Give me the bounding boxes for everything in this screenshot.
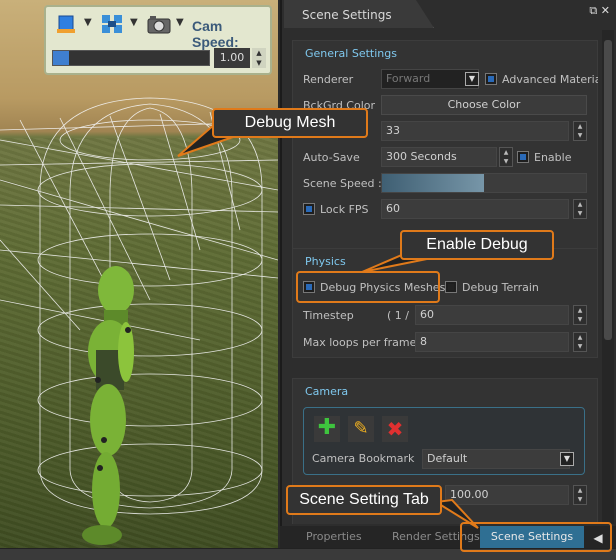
checkbox-icon[interactable]: [517, 151, 529, 163]
cam-speed-slider[interactable]: [52, 50, 210, 66]
renderer-value: Forward: [386, 72, 431, 85]
checkbox-icon[interactable]: [445, 281, 457, 293]
add-icon[interactable]: ✚: [314, 416, 340, 442]
cam-speed-input[interactable]: 1.00: [214, 48, 250, 68]
timestep-input[interactable]: 60: [415, 305, 569, 325]
scrollbar-thumb[interactable]: [604, 40, 612, 340]
debug-mesh-wireframe: [0, 97, 278, 545]
scene-speed-row: Scene Speed :: [303, 173, 589, 195]
autosave-enable-checkbox[interactable]: Enable: [517, 151, 571, 164]
camera-toolbar: ▼ ▼ ▼ Cam Speed: 1.00 ▲ ▼: [44, 5, 272, 75]
lock-fps-row: Lock FPS 60 ▲ ▼: [303, 199, 589, 221]
max-loops-row: Max loops per frame: 8 ▲ ▼: [303, 332, 589, 354]
autosave-stepper[interactable]: ▲ ▼: [499, 147, 513, 167]
tab-properties[interactable]: Properties: [306, 530, 362, 543]
checkbox-icon[interactable]: [303, 203, 315, 215]
advanced-material-checkbox[interactable]: Advanced Material: [485, 73, 598, 86]
camera-title: Camera: [305, 385, 349, 398]
delete-icon[interactable]: ✖: [382, 416, 408, 442]
autosave-label: Auto-Save: [303, 151, 360, 164]
camera-bookmark-select[interactable]: Default: [422, 449, 570, 469]
camera-bookmark-box: ✚ ✎ ✖ Camera Bookmark Default ▼: [303, 407, 585, 475]
chevron-down-icon[interactable]: ▼: [560, 452, 574, 466]
max-loops-stepper[interactable]: ▲ ▼: [573, 332, 587, 352]
max-loops-input[interactable]: 8: [415, 332, 569, 352]
view-mode-icon[interactable]: [56, 13, 78, 35]
panel-scrollbar[interactable]: [602, 30, 614, 524]
scene-setting-tab-callout: Scene Setting Tab: [286, 485, 442, 515]
unnamed-value-input[interactable]: 33: [381, 121, 569, 141]
transform-gizmo-icon[interactable]: [100, 13, 126, 35]
scene-speed-slider-fill: [382, 174, 484, 192]
physics-title: Physics: [305, 255, 346, 268]
scene-speed-slider[interactable]: [381, 173, 587, 193]
enable-label: Enable: [534, 151, 572, 164]
cam-speed-label: Cam Speed:: [192, 18, 239, 50]
scene-speed-label: Scene Speed :: [303, 177, 382, 190]
physics-section: Physics Debug Physics Meshes Debug Terra…: [292, 248, 598, 358]
chevron-down-icon[interactable]: ▼: [130, 17, 138, 28]
debug-terrain-label: Debug Terrain: [462, 281, 539, 294]
max-loops-label: Max loops per frame:: [303, 336, 421, 349]
3d-viewport[interactable]: ▼ ▼ ▼ Cam Speed: 1.00 ▲ ▼: [0, 0, 278, 548]
camera-value-stepper[interactable]: ▲ ▼: [573, 485, 587, 505]
enable-debug-callout: Enable Debug: [400, 230, 554, 260]
restore-icon[interactable]: ⧉: [589, 4, 597, 17]
lock-fps-stepper[interactable]: ▲ ▼: [573, 199, 587, 219]
autosave-input[interactable]: 300 Seconds: [381, 147, 497, 167]
cam-speed-stepper[interactable]: ▲ ▼: [252, 48, 266, 68]
close-icon[interactable]: ✕: [601, 4, 610, 17]
renderer-row: Renderer Forward ▼ Advanced Material: [303, 69, 598, 91]
unnamed-value-stepper[interactable]: ▲ ▼: [573, 121, 587, 141]
camera-bookmark-label: Camera Bookmark: [312, 452, 415, 465]
lock-fps-checkbox[interactable]: Lock FPS: [303, 203, 369, 216]
renderer-label: Renderer: [303, 73, 354, 86]
cam-speed-slider-fill: [53, 51, 69, 65]
general-settings-section: General Settings Renderer Forward ▼ Adva…: [292, 40, 598, 258]
lock-fps-input[interactable]: 60: [381, 199, 569, 219]
general-settings-title: General Settings: [305, 47, 397, 60]
edit-icon[interactable]: ✎: [348, 416, 374, 442]
timestep-prefix: ( 1 /: [387, 309, 409, 322]
debug-terrain-checkbox[interactable]: Debug Terrain: [445, 281, 539, 294]
timestep-stepper[interactable]: ▲ ▼: [573, 305, 587, 325]
camera-icon[interactable]: [146, 13, 172, 35]
timestep-label: Timestep: [303, 309, 354, 322]
autosave-row: Auto-Save 300 Seconds ▲ ▼ Enable: [303, 147, 589, 169]
chevron-down-icon[interactable]: ▼: [84, 17, 92, 28]
checkbox-icon[interactable]: [485, 73, 497, 85]
lock-fps-label: Lock FPS: [320, 203, 369, 216]
panel-title-tab[interactable]: Scene Settings: [284, 0, 434, 28]
choose-color-button[interactable]: Choose Color: [381, 95, 587, 115]
chevron-down-icon[interactable]: ▼: [176, 17, 184, 28]
debug-meshes-highlight: [296, 271, 440, 303]
panel-title: Scene Settings: [302, 8, 392, 22]
scene-settings-tab-highlight: [460, 522, 612, 552]
camera-value-input[interactable]: 100.00: [445, 485, 569, 505]
advanced-material-label: Advanced Material: [502, 73, 598, 86]
panel-window-controls: ⧉ ✕: [589, 4, 610, 18]
debug-mesh-callout: Debug Mesh: [212, 108, 368, 138]
chevron-down-icon[interactable]: ▼: [465, 72, 479, 86]
timestep-row: Timestep ( 1 / 60 ▲ ▼: [303, 305, 589, 327]
